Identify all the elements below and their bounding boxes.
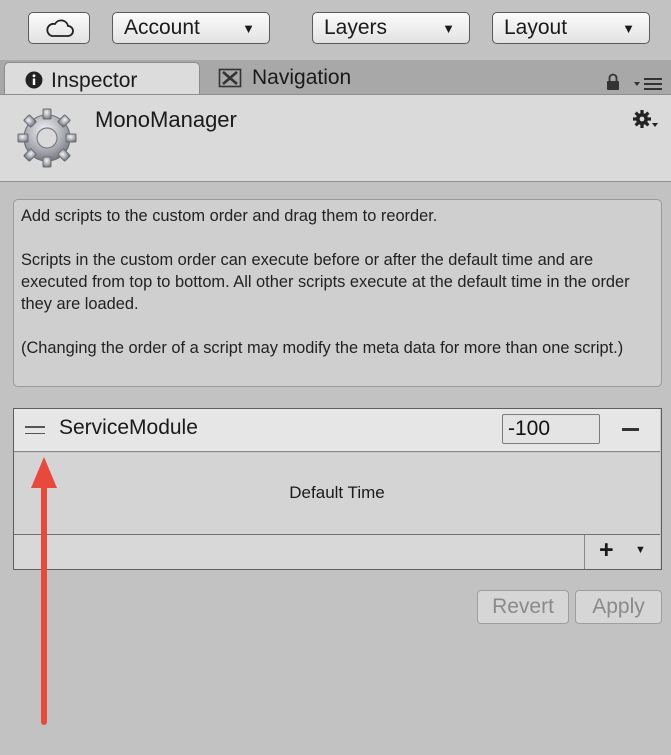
annotation-arrow [31, 457, 57, 725]
